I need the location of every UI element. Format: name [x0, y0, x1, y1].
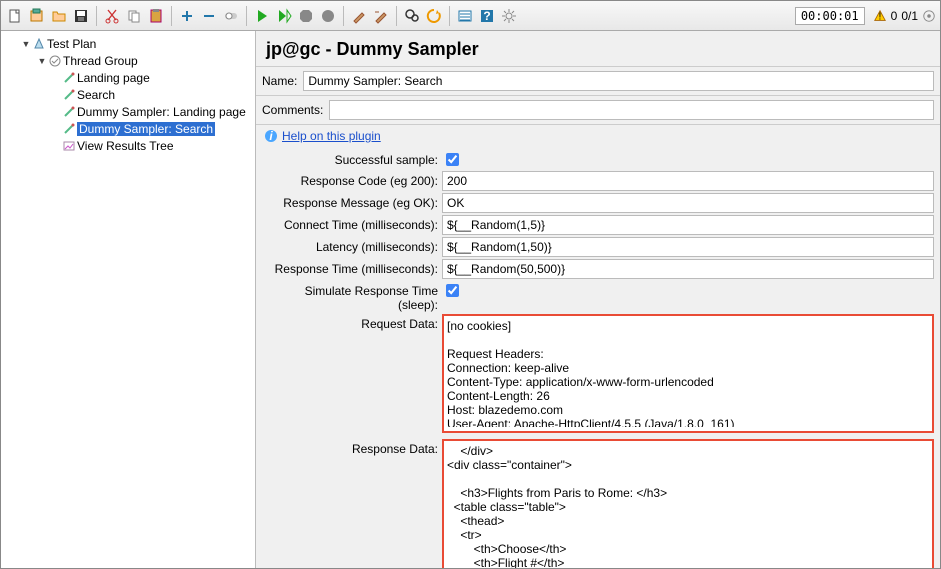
panel-title: jp@gc - Dummy Sampler	[256, 31, 940, 64]
help-link[interactable]: Help on this plugin	[282, 129, 381, 143]
open-icon[interactable]	[49, 6, 69, 26]
svg-text:!: !	[878, 10, 881, 22]
run-icon[interactable]	[252, 6, 272, 26]
tree-item-search[interactable]: Search	[1, 86, 255, 103]
function-helper-icon[interactable]	[455, 6, 475, 26]
save-icon[interactable]	[71, 6, 91, 26]
latency-label: Latency (milliseconds):	[262, 237, 442, 254]
response-msg-input[interactable]	[442, 193, 934, 213]
run-noTimers-icon[interactable]	[274, 6, 294, 26]
shutdown-icon[interactable]	[318, 6, 338, 26]
editor-panel: jp@gc - Dummy Sampler Name: Comments: i …	[256, 31, 940, 568]
successful-checkbox[interactable]	[446, 153, 459, 166]
name-input[interactable]	[303, 71, 934, 91]
thread-count: 0/1	[901, 9, 918, 23]
copy-icon[interactable]	[124, 6, 144, 26]
new-icon[interactable]	[5, 6, 25, 26]
connect-time-label: Connect Time (milliseconds):	[262, 215, 442, 232]
svg-text:?: ?	[483, 9, 490, 23]
stop-icon[interactable]	[296, 6, 316, 26]
help-icon[interactable]: ?	[477, 6, 497, 26]
connect-time-input[interactable]	[442, 215, 934, 235]
response-code-input[interactable]	[442, 171, 934, 191]
comments-input[interactable]	[329, 100, 934, 120]
elapsed-timer: 00:00:01	[795, 7, 865, 25]
clear-icon[interactable]	[349, 6, 369, 26]
latency-input[interactable]	[442, 237, 934, 257]
toggle-icon[interactable]	[221, 6, 241, 26]
tree-item-dummy-search[interactable]: Dummy Sampler: Search	[1, 120, 255, 137]
tree-testplan[interactable]: ▼Test Plan	[1, 35, 255, 52]
gear-icon[interactable]	[499, 6, 519, 26]
response-time-label: Response Time (milliseconds):	[262, 259, 442, 276]
simulate-label: Simulate Response Time (sleep):	[262, 281, 442, 312]
simulate-checkbox[interactable]	[446, 284, 459, 297]
reset-search-icon[interactable]	[424, 6, 444, 26]
expand-icon[interactable]	[177, 6, 197, 26]
response-time-input[interactable]	[442, 259, 934, 279]
warning-icon: !	[873, 9, 887, 23]
comments-label: Comments:	[262, 103, 323, 117]
search-icon[interactable]	[402, 6, 422, 26]
clear-all-icon[interactable]	[371, 6, 391, 26]
response-data-textarea[interactable]	[445, 442, 931, 568]
request-data-label: Request Data:	[262, 314, 442, 331]
collapse-icon[interactable]	[199, 6, 219, 26]
templates-icon[interactable]	[27, 6, 47, 26]
request-data-textarea[interactable]	[445, 317, 931, 427]
tree-item-dummy-landing[interactable]: Dummy Sampler: Landing page	[1, 103, 255, 120]
tree-panel: ▼Test Plan ▼Thread Group Landing page Se…	[1, 31, 256, 568]
cut-icon[interactable]	[102, 6, 122, 26]
info-icon: i	[264, 129, 278, 143]
response-data-label: Response Data:	[262, 439, 442, 456]
paste-icon[interactable]	[146, 6, 166, 26]
successful-label: Successful sample:	[262, 150, 442, 167]
warn-count: 0	[891, 9, 898, 23]
tree-threadgroup[interactable]: ▼Thread Group	[1, 52, 255, 69]
response-msg-label: Response Message (eg OK):	[262, 193, 442, 210]
toolbar: ? 00:00:01 ! 0 0/1	[1, 1, 940, 31]
name-label: Name:	[262, 74, 297, 88]
response-code-label: Response Code (eg 200):	[262, 171, 442, 188]
tree-item-landing[interactable]: Landing page	[1, 69, 255, 86]
threads-icon	[922, 9, 936, 23]
tree-item-results[interactable]: View Results Tree	[1, 137, 255, 154]
